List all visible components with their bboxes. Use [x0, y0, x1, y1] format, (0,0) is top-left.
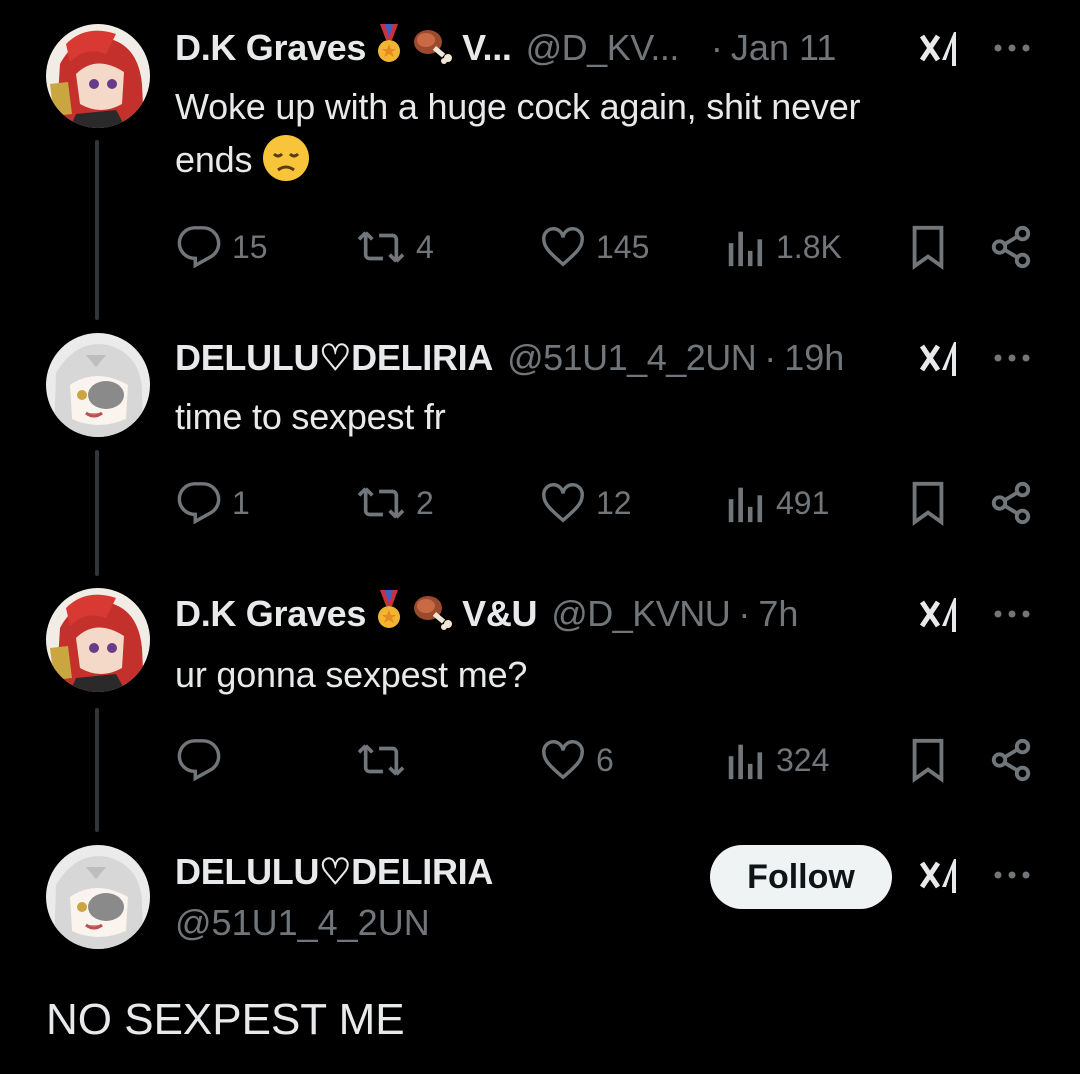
repost-icon: [357, 744, 405, 776]
tweet-text-line: ur gonna sexpest me?: [175, 654, 528, 695]
repost-icon: [357, 487, 405, 519]
like-count: 12: [596, 484, 632, 521]
bookmark-button[interactable]: [908, 478, 948, 528]
user-handle[interactable]: @D_KV...: [526, 27, 680, 69]
views-icon: [728, 487, 763, 523]
views-button[interactable]: 491: [726, 478, 829, 528]
tweet-text: Woke up with a huge cock again, shit nev…: [175, 80, 975, 186]
view-count: 324: [776, 741, 830, 778]
reply-button[interactable]: 1: [176, 478, 250, 528]
timestamp[interactable]: Jan 11: [731, 27, 836, 69]
bookmark-button[interactable]: [908, 735, 948, 785]
share-icon: [991, 481, 1031, 525]
avatar[interactable]: [46, 333, 150, 437]
more-icon[interactable]: [990, 592, 1034, 636]
tweet-text-line: Woke up with a huge cock again, shit nev…: [175, 86, 861, 127]
tweet-actions: 1 2 12 491: [0, 478, 1080, 528]
more-icon[interactable]: [990, 853, 1034, 897]
avatar[interactable]: [46, 588, 150, 692]
tweet-text: time to sexpest fr: [175, 390, 975, 443]
tweet-header: D.K Graves V... @D_KV... · Jan 11: [175, 23, 836, 69]
reply-count: 1: [232, 484, 250, 521]
display-name[interactable]: D.K Graves: [175, 27, 366, 69]
thread-connector: [95, 140, 99, 320]
reply-icon: [177, 482, 221, 525]
grok-icon[interactable]: [918, 26, 962, 70]
share-button[interactable]: [988, 735, 1034, 785]
share-button[interactable]: [988, 222, 1034, 272]
reply-button[interactable]: 15: [176, 222, 268, 272]
like-count: 6: [596, 741, 614, 778]
like-icon: [542, 227, 584, 267]
reply-button[interactable]: [176, 735, 232, 785]
timestamp[interactable]: 19h: [784, 337, 844, 379]
like-button[interactable]: 6: [540, 735, 614, 785]
like-icon: [542, 740, 584, 780]
bookmark-icon: [912, 481, 944, 526]
medal-badge-icon: [374, 23, 404, 73]
like-count: 145: [596, 228, 650, 265]
avatar[interactable]: [46, 24, 150, 128]
share-icon: [991, 738, 1031, 782]
repost-button[interactable]: 2: [356, 478, 434, 528]
share-icon: [991, 225, 1031, 269]
reply-icon: [177, 226, 221, 269]
more-icon[interactable]: [990, 26, 1034, 70]
reply-count: 15: [232, 228, 268, 265]
disappointed-emoji: [262, 135, 310, 181]
follow-button[interactable]: Follow: [710, 845, 892, 909]
views-button[interactable]: 1.8K: [726, 222, 842, 272]
tweet-actions: 6 324: [0, 735, 1080, 785]
tweet-header: D.K Graves V&U @D_KVNU · 7h: [175, 589, 798, 635]
tweet-header: DELULU♡DELIRIA @51U1_4_2UN · 19h: [175, 337, 845, 379]
grok-icon[interactable]: [918, 592, 962, 636]
tweet-text-line: ends: [175, 139, 253, 180]
share-button[interactable]: [988, 478, 1034, 528]
views-button[interactable]: 324: [726, 735, 829, 785]
tweet-text-line: time to sexpest fr: [175, 396, 446, 437]
meat-badge-icon: [412, 590, 454, 639]
repost-icon: [357, 231, 405, 263]
reply-icon: [177, 739, 221, 782]
more-icon[interactable]: [990, 336, 1034, 380]
repost-count: 2: [416, 484, 434, 521]
timestamp[interactable]: 7h: [758, 593, 798, 635]
display-name[interactable]: DELULU♡DELIRIA: [175, 851, 493, 893]
views-icon: [728, 744, 763, 780]
view-count: 1.8K: [776, 228, 842, 265]
tweet-actions: 15 4 145 1.8K: [0, 222, 1080, 272]
like-button[interactable]: 12: [540, 478, 632, 528]
user-handle[interactable]: @D_KVNU: [551, 593, 731, 635]
display-name-suffix: V&U: [462, 593, 538, 634]
view-count: 491: [776, 484, 830, 521]
bookmark-button[interactable]: [908, 222, 948, 272]
avatar[interactable]: [46, 845, 150, 949]
bookmark-icon: [912, 225, 944, 270]
like-button[interactable]: 145: [540, 222, 649, 272]
thread-connector: [95, 450, 99, 576]
display-name[interactable]: DELULU♡DELIRIA: [175, 337, 493, 379]
thread-connector: [95, 708, 99, 832]
medal-badge-icon: [374, 589, 404, 639]
bookmark-icon: [912, 738, 944, 783]
grok-icon[interactable]: [918, 853, 962, 897]
tweet-text: ur gonna sexpest me?: [175, 648, 975, 701]
repost-button[interactable]: [356, 735, 416, 785]
views-icon: [728, 231, 763, 267]
grok-icon[interactable]: [918, 336, 962, 380]
user-handle[interactable]: @51U1_4_2UN: [175, 902, 430, 944]
meat-badge-icon: [412, 24, 454, 73]
profile-name: DELULU♡DELIRIA: [175, 851, 493, 893]
repost-count: 4: [416, 228, 434, 265]
like-icon: [542, 483, 584, 523]
display-name-suffix: V...: [462, 27, 512, 68]
display-name[interactable]: D.K Graves: [175, 593, 366, 635]
repost-button[interactable]: 4: [356, 222, 434, 272]
user-handle[interactable]: @51U1_4_2UN: [507, 337, 757, 379]
main-tweet-text: NO SEXPEST ME: [46, 995, 405, 1044]
